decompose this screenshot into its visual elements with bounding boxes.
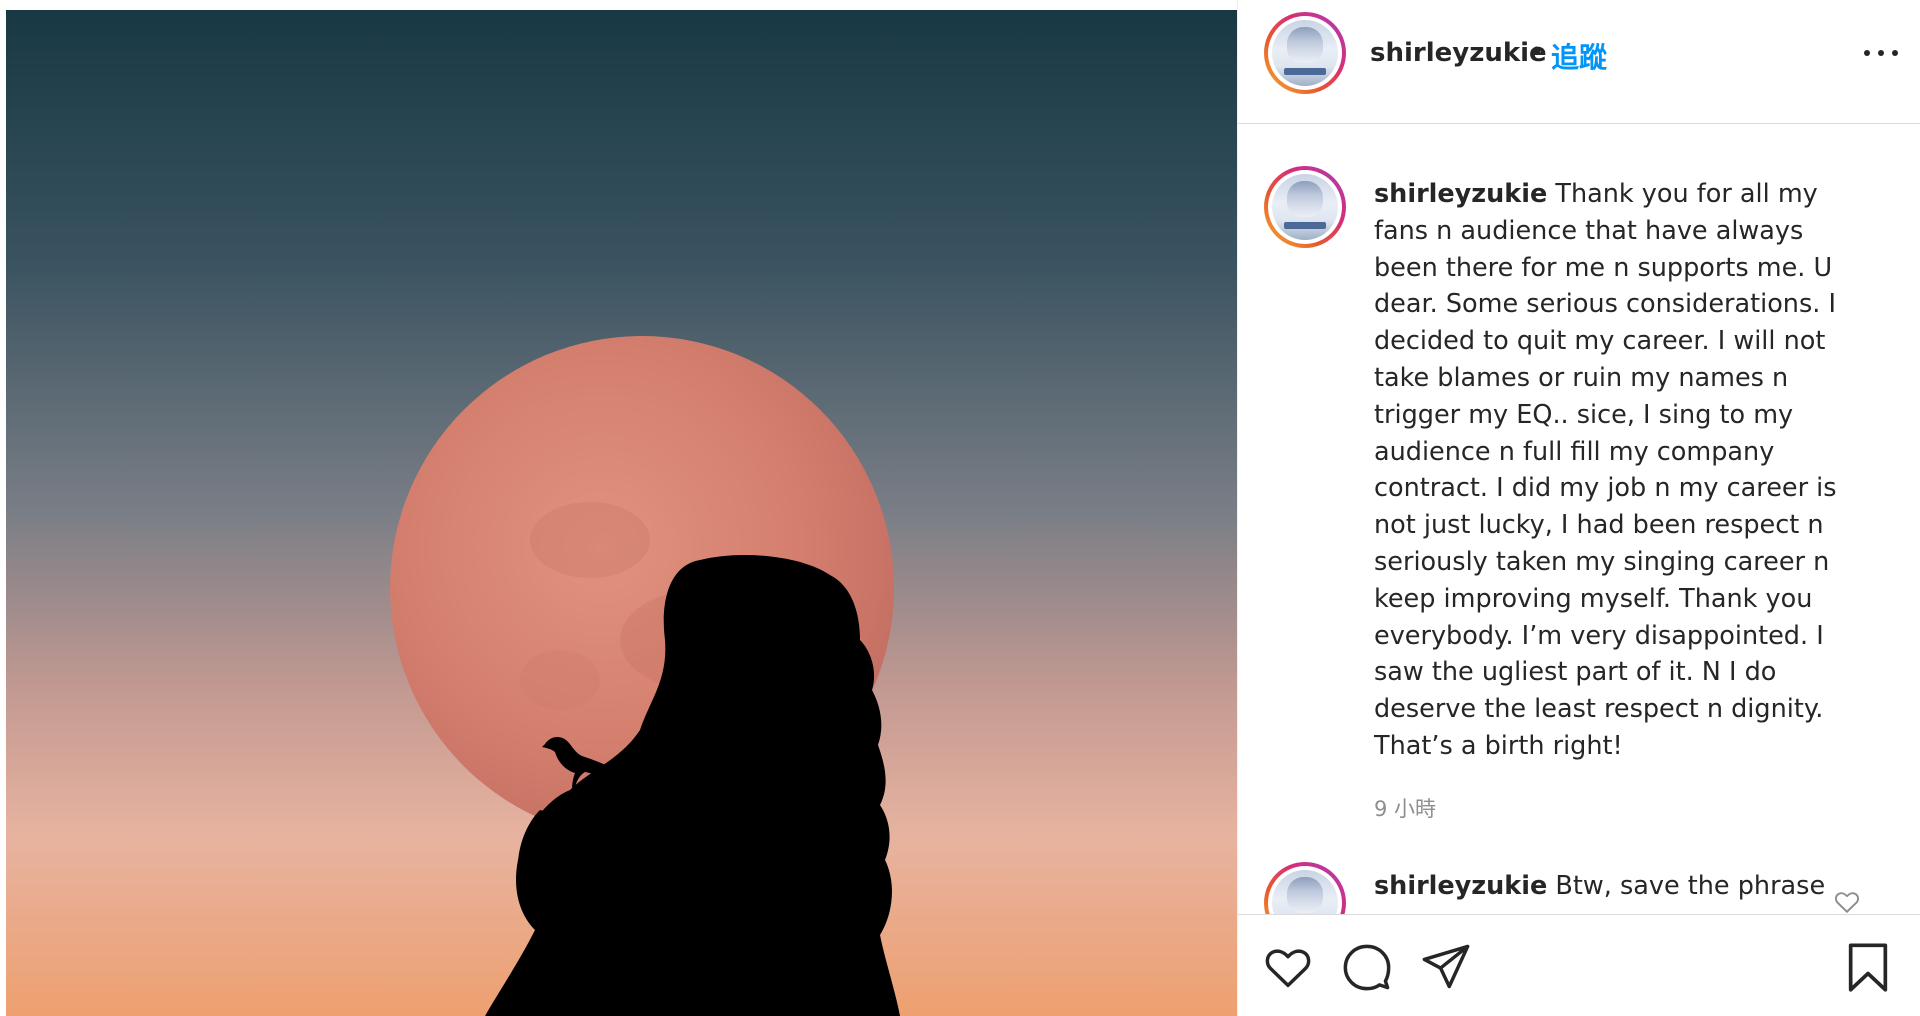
heart-icon[interactable] — [1262, 941, 1314, 993]
header-separator: • — [1529, 37, 1545, 67]
comment-like-heart-icon[interactable] — [1834, 890, 1860, 914]
comment-text: Btw, save the phrase — [1555, 871, 1826, 901]
post-image-art — [0, 0, 1237, 1016]
post-side-panel: shirleyzukie • 追蹤 shirleyzukie Thank you… — [1237, 0, 1920, 1016]
caption-text: Thank you for all my fans n audience tha… — [1374, 179, 1837, 761]
comment-item: shirleyzukie Btw, save the phrase — [1374, 868, 1844, 904]
caption-username[interactable]: shirleyzukie — [1374, 179, 1547, 209]
post-image[interactable] — [0, 0, 1237, 1016]
avatar[interactable] — [1264, 12, 1346, 94]
caption: shirleyzukie Thank you for all my fans n… — [1374, 176, 1874, 765]
share-icon[interactable] — [1420, 941, 1472, 993]
comments-list[interactable]: shirleyzukie Thank you for all my fans n… — [1238, 124, 1920, 914]
comment-username[interactable]: shirleyzukie — [1374, 871, 1547, 901]
caption-timestamp[interactable]: 9 小時 — [1374, 793, 1436, 823]
header-username[interactable]: shirleyzukie — [1370, 38, 1547, 68]
instagram-post: shirleyzukie • 追蹤 shirleyzukie Thank you… — [0, 0, 1920, 1016]
caption-avatar[interactable] — [1264, 166, 1346, 248]
post-header: shirleyzukie • 追蹤 — [1238, 0, 1920, 124]
action-bar — [1238, 914, 1920, 1016]
more-horizontal-icon[interactable] — [1864, 36, 1898, 70]
comment-icon[interactable] — [1341, 941, 1393, 993]
comment-avatar[interactable] — [1264, 862, 1346, 914]
bookmark-icon[interactable] — [1842, 941, 1894, 993]
follow-button[interactable]: 追蹤 — [1551, 36, 1607, 76]
